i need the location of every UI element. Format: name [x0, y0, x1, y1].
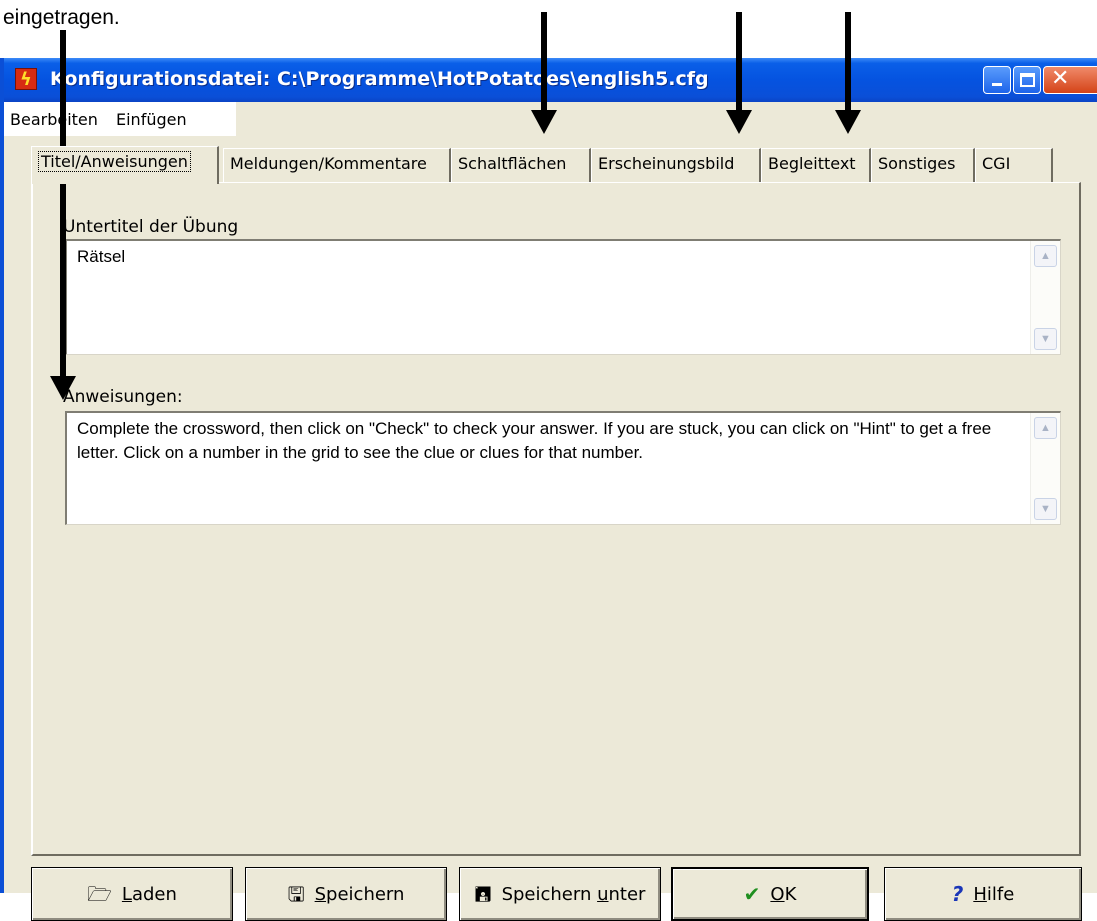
- subtitle-scrollbar[interactable]: ▲ ▼: [1030, 241, 1060, 354]
- maximize-icon: [1020, 73, 1035, 87]
- folder-open-icon: 🗁: [87, 882, 112, 906]
- tab-erscheinungsbild[interactable]: Erscheinungsbild: [591, 148, 761, 182]
- title-bar[interactable]: ϟ Konfigurationsdatei: C:\Programme\HotP…: [4, 58, 1097, 102]
- subtitle-label: Untertitel der Übung: [63, 217, 239, 237]
- tab-schaltflaechen[interactable]: Schaltflächen: [451, 148, 591, 182]
- scroll-up-icon[interactable]: ▲: [1034, 417, 1057, 439]
- save-button[interactable]: 🖫 Speichern: [245, 867, 447, 921]
- scroll-down-icon[interactable]: ▼: [1034, 498, 1057, 520]
- load-button[interactable]: 🗁 Laden: [31, 867, 233, 921]
- menu-bearbeiten[interactable]: Bearbeiten: [10, 110, 98, 129]
- tab-panel-titel-anweisungen: Untertitel der Übung Rätsel ▲ ▼ Anweisun…: [31, 182, 1081, 856]
- scroll-down-icon[interactable]: ▼: [1034, 328, 1057, 350]
- instructions-scrollbar[interactable]: ▲ ▼: [1030, 413, 1060, 524]
- tab-begleittext[interactable]: Begleittext: [761, 148, 871, 182]
- checkmark-icon: ✔: [743, 882, 761, 906]
- floppy-question-icon: 🖪: [474, 882, 492, 906]
- instructions-value: Complete the crossword, then click on "C…: [77, 419, 992, 462]
- floppy-disk-icon: 🖫: [287, 882, 305, 906]
- subtitle-field[interactable]: Rätsel ▲ ▼: [65, 239, 1061, 355]
- menu-bar: Bearbeiten Einfügen: [4, 102, 236, 136]
- instructions-field[interactable]: Complete the crossword, then click on "C…: [65, 411, 1061, 525]
- subtitle-value: Rätsel: [77, 247, 126, 266]
- minimize-icon: [992, 83, 1002, 86]
- question-mark-icon: ?: [951, 882, 964, 906]
- menu-einfuegen[interactable]: Einfügen: [116, 110, 187, 129]
- ok-button[interactable]: ✔ OK: [671, 867, 869, 921]
- window-client-area: Bearbeiten Einfügen Titel/Anweisungen Me…: [4, 102, 1097, 921]
- minimize-button[interactable]: [983, 66, 1011, 94]
- tab-sonstiges[interactable]: Sonstiges: [871, 148, 975, 182]
- app-icon: ϟ: [15, 68, 37, 90]
- instructions-label: Anweisungen:: [63, 387, 183, 407]
- tab-meldungen-kommentare[interactable]: Meldungen/Kommentare: [223, 148, 451, 182]
- save-as-button[interactable]: 🖪 Speichern unter: [459, 867, 661, 921]
- config-window: ϟ Konfigurationsdatei: C:\Programme\HotP…: [0, 58, 1097, 921]
- scroll-up-icon[interactable]: ▲: [1034, 245, 1057, 267]
- tab-cgi[interactable]: CGI: [975, 148, 1053, 182]
- document-text-fragment: eingetragen.: [3, 6, 120, 29]
- tab-titel-anweisungen[interactable]: Titel/Anweisungen: [31, 146, 219, 184]
- help-button[interactable]: ? Hilfe: [884, 867, 1082, 921]
- close-icon: ✕: [1051, 66, 1070, 91]
- window-title: Konfigurationsdatei: C:\Programme\HotPot…: [50, 68, 709, 90]
- close-button[interactable]: ✕: [1043, 66, 1097, 94]
- maximize-button[interactable]: [1013, 66, 1041, 94]
